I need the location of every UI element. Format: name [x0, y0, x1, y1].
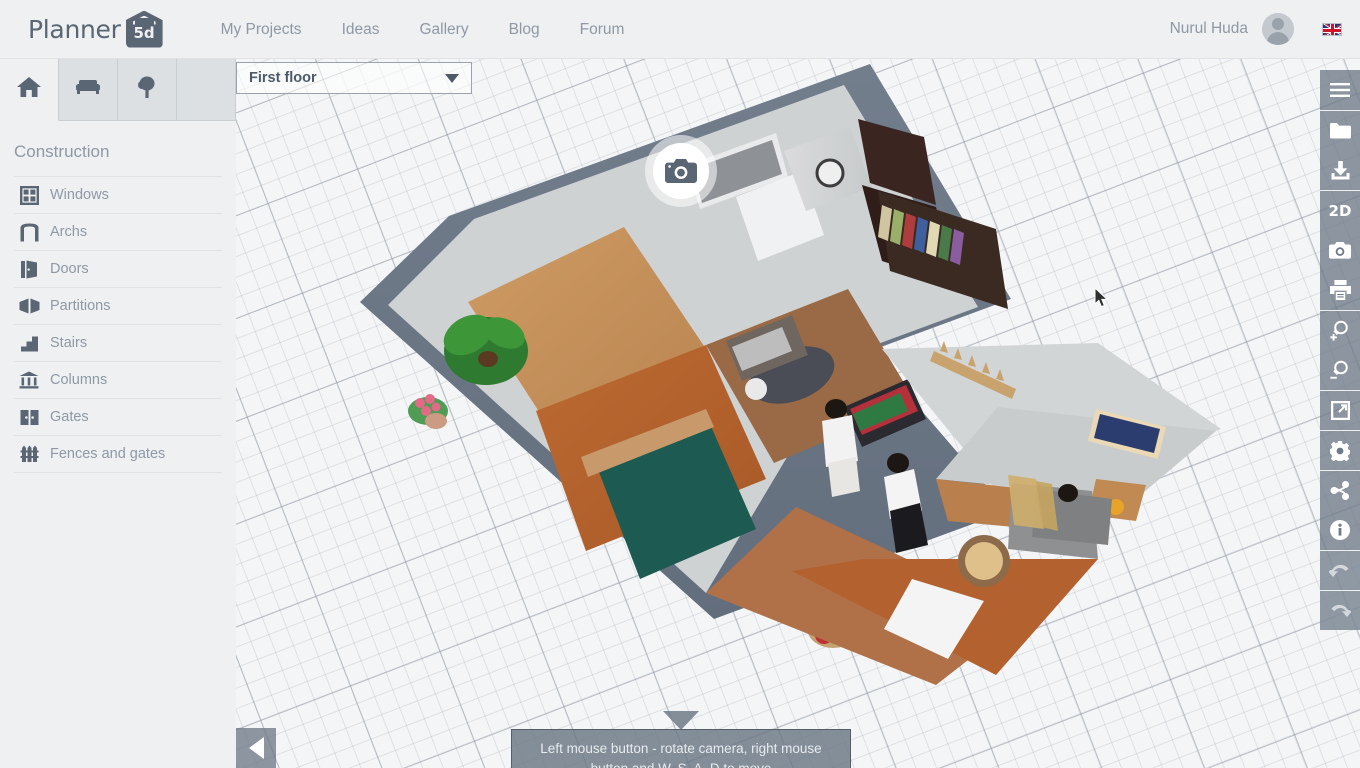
- gear-icon[interactable]: [1320, 430, 1360, 470]
- nav-item-forum[interactable]: Forum: [560, 0, 645, 59]
- info-icon[interactable]: [1320, 510, 1360, 550]
- mouse-pointer: [1094, 287, 1109, 308]
- tab-exterior[interactable]: [118, 59, 177, 120]
- header-user-area: Nurul Huda: [1170, 13, 1360, 45]
- round-table: [958, 535, 1010, 587]
- planner5d-logo[interactable]: Planner 5d: [28, 10, 163, 48]
- sidebar-tabbar: [0, 59, 236, 121]
- window-icon: [14, 185, 44, 205]
- gates-icon: [14, 409, 44, 426]
- flower-pot: [408, 394, 448, 429]
- columns-icon: [14, 371, 44, 389]
- home-icon: [16, 75, 42, 104]
- nav-item-gallery[interactable]: Gallery: [399, 0, 488, 59]
- logo-wordmark: Planner: [28, 14, 121, 44]
- sidebar-item-label: Archs: [50, 224, 88, 240]
- sidebar-item-gates[interactable]: Gates: [14, 398, 222, 435]
- sidebar-item-label: Columns: [50, 372, 108, 388]
- sidebar-item-label: Doors: [50, 261, 89, 277]
- 2d-label: 2D: [1328, 201, 1352, 220]
- tree-icon: [137, 75, 157, 104]
- sidebar-item-label: Fences and gates: [50, 446, 166, 462]
- tab-construction[interactable]: [0, 59, 59, 121]
- nav-item-blog[interactable]: Blog: [489, 0, 560, 59]
- sofa-icon: [75, 77, 101, 102]
- sidebar-item-windows[interactable]: Windows: [14, 176, 222, 213]
- sidebar-item-archs[interactable]: Archs: [14, 213, 222, 250]
- take-snapshot-button[interactable]: [645, 135, 717, 207]
- stairs-icon: [14, 335, 44, 352]
- 3d-viewport[interactable]: First floor 2D Left mouse button - rotat…: [236, 59, 1360, 768]
- arch-icon: [14, 223, 44, 242]
- wall-clock: [815, 158, 845, 188]
- sidebar-item-label: Stairs: [50, 335, 88, 351]
- tooltip-pointer: [663, 711, 699, 730]
- sidebar-item-label: Windows: [50, 187, 109, 203]
- main-navigation: My Projects Ideas Gallery Blog Forum: [201, 0, 645, 59]
- sidebar-item-doors[interactable]: Doors: [14, 250, 222, 287]
- construction-category-list: Windows Archs Doors Partitions Stairs Co…: [14, 176, 222, 473]
- undo-icon[interactable]: [1320, 550, 1360, 590]
- partition-icon: [14, 298, 44, 314]
- camera-icon: [653, 143, 709, 199]
- hamburger-menu-icon[interactable]: [1320, 70, 1360, 110]
- list-bottom-divider: [14, 472, 222, 473]
- page-title: Construction: [14, 142, 110, 161]
- hint-text: Left mouse button - rotate camera, right…: [540, 741, 822, 768]
- collapse-panel-button[interactable]: [236, 728, 276, 768]
- avatar-person-3: [1058, 484, 1078, 502]
- floor-selector[interactable]: First floor: [236, 62, 472, 94]
- uk-flag-icon[interactable]: [1322, 22, 1342, 36]
- logo-badge-text: 5d: [133, 23, 155, 42]
- sidebar-item-label: Partitions: [50, 298, 111, 314]
- camera-icon[interactable]: [1320, 230, 1360, 270]
- tab-furniture[interactable]: [59, 59, 118, 120]
- sidebar-item-columns[interactable]: Columns: [14, 361, 222, 398]
- top-header: Planner 5d My Projects Ideas Gallery Blo…: [0, 0, 1360, 59]
- collapse-left-icon: [248, 737, 264, 759]
- share-icon[interactable]: [1320, 470, 1360, 510]
- sidebar-item-fences-and-gates[interactable]: Fences and gates: [14, 435, 222, 472]
- nav-item-my-projects[interactable]: My Projects: [201, 0, 322, 59]
- zoom-in-icon[interactable]: [1320, 310, 1360, 350]
- sidebar-item-stairs[interactable]: Stairs: [14, 324, 222, 361]
- redo-icon[interactable]: [1320, 590, 1360, 630]
- logo-house-badge: 5d: [125, 10, 163, 48]
- avatar[interactable]: [1262, 13, 1294, 45]
- username-label: Nurul Huda: [1169, 20, 1248, 37]
- sidebar-item-partitions[interactable]: Partitions: [14, 287, 222, 324]
- floor-selector-value: First floor: [249, 70, 317, 86]
- sidebar-item-label: Gates: [50, 409, 89, 425]
- floorplan-3d-model[interactable]: [236, 59, 1360, 768]
- folder-icon[interactable]: [1320, 110, 1360, 150]
- zoom-out-icon[interactable]: [1320, 350, 1360, 390]
- tab-extra[interactable]: [177, 59, 236, 120]
- expand-icon[interactable]: [1320, 390, 1360, 430]
- chevron-down-icon: [445, 73, 459, 83]
- viewport-hint-tooltip: Left mouse button - rotate camera, right…: [511, 711, 851, 768]
- printer-icon[interactable]: [1320, 270, 1360, 310]
- right-toolbar: 2D: [1320, 70, 1360, 630]
- left-sidebar: Construction Windows Archs Doors Partiti…: [0, 59, 236, 768]
- nav-item-ideas[interactable]: Ideas: [322, 0, 400, 59]
- fence-icon: [14, 445, 44, 463]
- download-icon[interactable]: [1320, 150, 1360, 190]
- 2d-text-icon[interactable]: 2D: [1320, 190, 1360, 230]
- door-icon: [14, 260, 44, 279]
- plate: [745, 378, 767, 400]
